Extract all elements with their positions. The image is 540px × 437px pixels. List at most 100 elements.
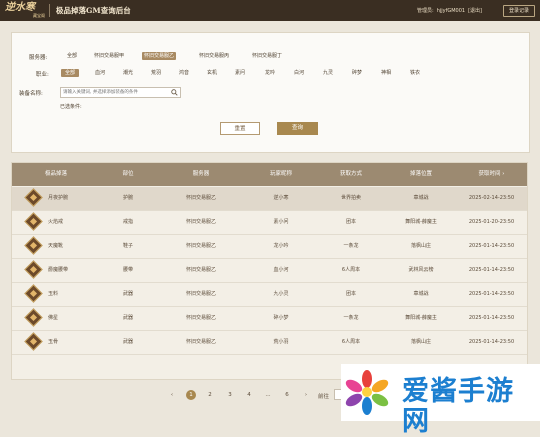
cell-method: 世界拍卖 <box>340 195 361 201</box>
admin-label: 管理员: <box>417 8 434 14</box>
class-option-tieyi[interactable]: 铁衣 <box>408 69 422 77</box>
table-row[interactable]: 玉骨 武器 怀旧交易服乙 荒小羽 6人周本 落枫山庄 2025-01-14-23… <box>12 331 527 355</box>
column-header-method: 获取方式 <box>339 171 362 177</box>
item-name: 爵魔腰带 <box>48 267 69 273</box>
class-option-jiuling[interactable]: 九灵 <box>321 69 335 77</box>
item-name: 玉料 <box>48 291 59 297</box>
cell-player: 龙小吟 <box>273 243 289 249</box>
cell-method: 团本 <box>345 291 356 297</box>
admin-name: hjjyfGM001 <box>436 8 466 14</box>
item-name: 天魔靴 <box>48 243 64 249</box>
cell-server: 怀旧交易服乙 <box>185 219 216 225</box>
cell-method: 一条龙 <box>343 243 359 249</box>
page-1[interactable]: 1 <box>186 390 196 400</box>
cell-method: 6人周本 <box>341 267 361 273</box>
cell-player: 血小河 <box>273 267 289 273</box>
page-2[interactable]: 2 <box>205 390 215 400</box>
class-option-shenxiang[interactable]: 神相 <box>379 69 393 77</box>
watermark: 爱酱手游网 <box>341 364 540 437</box>
class-option-longyin[interactable]: 龙吟 <box>263 69 277 77</box>
cell-location: 舞阳城-薛魔主 <box>405 219 437 225</box>
cell-location: 武林风云榜 <box>408 267 434 273</box>
cell-method: 团本 <box>345 219 356 225</box>
table-row[interactable]: 月夜护腕 护腕 怀旧交易服乙 逆小寒 世界拍卖 章城战 2025-02-14-2… <box>12 187 527 211</box>
table-row[interactable]: 天魔靴 鞋子 怀旧交易服乙 龙小吟 一条龙 落枫山庄 2025-01-14-23… <box>12 235 527 259</box>
header-divider <box>49 4 50 17</box>
class-option-baihe[interactable]: 白河 <box>292 69 306 77</box>
class-option-huangyu[interactable]: 荒羽 <box>149 69 163 77</box>
item-icon <box>24 284 43 303</box>
logo-text: 逆水寒 <box>5 2 35 13</box>
cell-time: 2025-01-14-23:50 <box>468 243 515 249</box>
page-ellipsis: ... <box>265 392 271 398</box>
item-icon <box>24 188 43 207</box>
class-option-xuanji[interactable]: 玄机 <box>205 69 219 77</box>
server-option-jia[interactable]: 怀旧交易服甲 <box>92 52 126 60</box>
selected-conditions-label: 已选条件: <box>60 104 82 110</box>
column-header-item: 极品掉落 <box>44 171 67 177</box>
class-label: 职业: <box>36 72 49 78</box>
class-option-suwen[interactable]: 素问 <box>233 69 247 77</box>
cell-slot: 腰带 <box>122 267 133 273</box>
cell-location: 落枫山庄 <box>410 339 431 345</box>
class-option-suimeng[interactable]: 碎梦 <box>350 69 364 77</box>
item-icon <box>24 212 43 231</box>
table-row[interactable]: 玉料 武器 怀旧交易服乙 九小灵 团本 章城战 2025-01-14-23:50 <box>12 283 527 307</box>
cell-location: 舞阳城-薛魔主 <box>405 315 437 321</box>
item-icon <box>24 308 43 327</box>
cell-slot: 武器 <box>122 291 133 297</box>
cell-time: 2025-01-14-23:50 <box>468 267 515 273</box>
page-4[interactable]: 4 <box>244 390 254 400</box>
cell-player: 素小问 <box>273 219 289 225</box>
cell-time: 2025-01-14-23:50 <box>468 291 515 297</box>
cell-slot: 鞋子 <box>122 243 133 249</box>
cell-server: 怀旧交易服乙 <box>185 195 216 201</box>
logout-link[interactable]: [退出] <box>468 8 482 14</box>
cell-location: 章城战 <box>413 291 429 297</box>
prev-page-button[interactable]: ‹ <box>167 390 177 400</box>
equip-search-input[interactable] <box>61 88 171 97</box>
class-option-all[interactable]: 全部 <box>61 69 80 77</box>
top-bar: 逆水寒 藏宝阁 极品掉落GM查询后台 管理员: hjjyfGM001 [退出] 登录… <box>0 0 540 21</box>
column-header-player: 玩家昵称 <box>269 171 292 177</box>
column-header-slot: 部位 <box>122 171 134 177</box>
table-header: 极品掉落 部位 服务器 玩家昵称 获取方式 掉落位置 获取时间 › <box>12 163 527 186</box>
next-page-button[interactable]: › <box>301 390 311 400</box>
query-button[interactable]: 查询 <box>277 122 318 135</box>
table-row[interactable]: 佛星 武器 怀旧交易服乙 碎小梦 一条龙 舞阳城-薛魔主 2025-01-14-… <box>12 307 527 331</box>
login-log-button[interactable]: 登录记录 <box>503 5 535 17</box>
server-option-all[interactable]: 全部 <box>65 52 79 60</box>
class-option-chaoguang[interactable]: 潮光 <box>121 69 135 77</box>
page-3[interactable]: 3 <box>225 390 235 400</box>
column-header-time[interactable]: 获取时间 › <box>456 163 527 186</box>
cell-server: 怀旧交易服乙 <box>185 291 216 297</box>
server-option-yi[interactable]: 怀旧交易服乙 <box>142 52 177 60</box>
cell-time: 2025-01-20-23:50 <box>468 219 515 225</box>
item-icon <box>24 236 43 255</box>
cell-time: 2025-02-14-23:50 <box>468 195 515 201</box>
item-name: 火焰戒 <box>48 219 64 225</box>
sort-icon: › <box>502 171 505 177</box>
search-icon[interactable] <box>171 89 178 96</box>
equip-search-box <box>60 87 181 98</box>
cell-method: 6人周本 <box>341 339 361 345</box>
class-option-xuehe[interactable]: 血河 <box>93 69 107 77</box>
reset-button[interactable]: 重置 <box>220 122 260 135</box>
server-option-ding[interactable]: 怀旧交易服丁 <box>250 52 284 60</box>
column-header-location: 掉落位置 <box>409 171 432 177</box>
server-option-bing[interactable]: 怀旧交易服丙 <box>197 52 231 60</box>
table-row[interactable]: 爵魔腰带 腰带 怀旧交易服乙 血小河 6人周本 武林风云榜 2025-01-14… <box>12 259 527 283</box>
flower-logo-icon <box>345 370 389 415</box>
watermark-text: 爱酱手游网 <box>402 376 514 437</box>
goto-label: 前往 <box>318 394 330 400</box>
item-name: 玉骨 <box>48 339 59 345</box>
table-row[interactable]: 火焰戒 戒指 怀旧交易服乙 素小问 团本 舞阳城-薛魔主 2025-01-20-… <box>12 211 527 235</box>
page-6[interactable]: 6 <box>282 390 292 400</box>
cell-player: 九小灵 <box>273 291 289 297</box>
cell-player: 逆小寒 <box>273 195 289 201</box>
cell-slot: 护腕 <box>122 195 133 201</box>
item-icon <box>24 332 43 351</box>
class-option-hongyin[interactable]: 鸿音 <box>177 69 191 77</box>
cell-player: 碎小梦 <box>273 315 289 321</box>
item-name: 佛星 <box>48 315 59 321</box>
